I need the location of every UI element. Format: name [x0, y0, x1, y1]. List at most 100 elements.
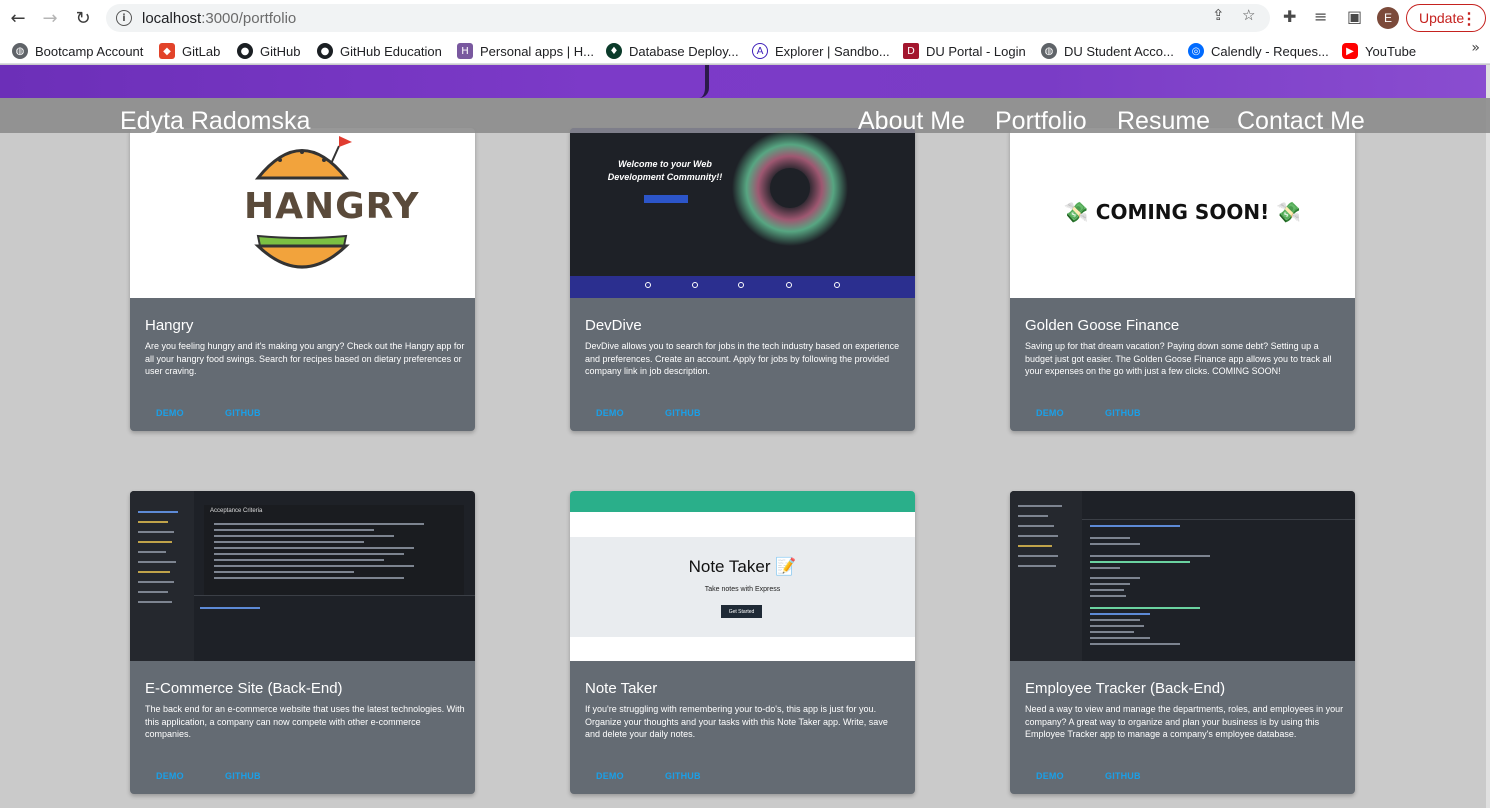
share-icon[interactable]: ⇪ — [1212, 6, 1225, 24]
project-description: Saving up for that dream vacation? Payin… — [1025, 341, 1332, 377]
calendly-icon: ◎ — [1188, 43, 1204, 59]
bookmark-label: Database Deploy... — [629, 43, 739, 59]
project-image: Acceptance Criteria — [130, 491, 475, 661]
project-description: If you're struggling with remembering yo… — [585, 704, 888, 740]
project-card-golden-goose: 💸 COMING SOON! 💸 Golden Goose Finance Sa… — [1010, 128, 1355, 431]
demo-link[interactable]: DEMO — [156, 771, 184, 781]
back-arrow-icon[interactable]: ← — [6, 6, 30, 30]
bookmark-star-icon[interactable]: ☆ — [1242, 6, 1255, 24]
project-card-note-taker: Note Taker 📝 Take notes with Express Get… — [570, 491, 915, 794]
note-taker-heading: Note Taker 📝 — [688, 557, 797, 576]
address-bar[interactable]: i localhost:3000/portfolio — [106, 4, 1270, 32]
bookmark-item[interactable]: ◆ GitLab — [159, 41, 220, 61]
note-taker-subtitle: Take notes with Express — [704, 586, 781, 593]
money-icon: 💸 — [1269, 200, 1302, 224]
devdive-cta — [644, 195, 688, 203]
bookmark-item[interactable]: ◎ Calendly - Reques... — [1188, 41, 1329, 61]
side-panel-icon[interactable]: ▣ — [1347, 7, 1362, 26]
project-card-devdive: Welcome to your Web Development Communit… — [570, 128, 915, 431]
update-label: Update — [1419, 10, 1465, 26]
url-path: :3000/portfolio — [201, 9, 297, 27]
menu-dots-icon[interactable]: ⋮ — [1461, 9, 1477, 29]
project-title: Employee Tracker (Back-End) — [1025, 680, 1226, 697]
reload-icon[interactable]: ↻ — [71, 6, 95, 30]
github-link[interactable]: GITHUB — [1105, 408, 1141, 418]
devdive-footer-bar — [570, 276, 915, 298]
github-link[interactable]: GITHUB — [225, 408, 261, 418]
mongodb-icon: ♦ — [606, 43, 622, 59]
coming-soon-text: COMING SOON! — [1095, 200, 1270, 224]
github-icon: ● — [237, 43, 253, 59]
bookmark-item[interactable]: ▶ YouTube — [1342, 41, 1416, 61]
more-bookmarks-icon[interactable]: » — [1471, 40, 1480, 56]
update-button[interactable]: Update ⋮ — [1406, 4, 1486, 32]
get-started-button: Get Started — [721, 605, 762, 618]
bookmark-label: Bootcamp Account — [35, 43, 144, 59]
project-description: Are you feeling hungry and it's making y… — [145, 341, 465, 377]
project-description: DevDive allows you to search for jobs in… — [585, 341, 900, 377]
project-title: Hangry — [145, 317, 194, 334]
globe-icon: ◍ — [12, 43, 28, 59]
nav-resume[interactable]: Resume — [1117, 107, 1210, 136]
nav-about-me[interactable]: About Me — [858, 107, 965, 136]
project-image — [1010, 491, 1355, 661]
bookmark-label: Explorer | Sandbo... — [775, 43, 890, 59]
bookmark-label: YouTube — [1365, 43, 1417, 59]
project-description: The back end for an e-commerce website t… — [145, 704, 465, 740]
demo-link[interactable]: DEMO — [1036, 771, 1064, 781]
bookmarks-bar: ◍ Bootcamp Account ◆ GitLab ● GitHub ● GitHu… — [0, 36, 1490, 64]
nav-portfolio[interactable]: Portfolio — [995, 107, 1087, 136]
bookmark-label: GitHub Education — [340, 43, 442, 59]
demo-link[interactable]: DEMO — [156, 408, 184, 418]
site-name[interactable]: Edyta Radomska — [120, 107, 310, 136]
demo-link[interactable]: DEMO — [1036, 408, 1064, 418]
coming-soon-banner: 💸 COMING SOON! 💸 — [1010, 200, 1355, 224]
project-title: Note Taker — [585, 680, 658, 697]
extensions-icon[interactable]: ✚ — [1283, 7, 1296, 26]
acceptance-criteria-text: Acceptance Criteria — [210, 508, 263, 514]
url-text[interactable]: localhost:3000/portfolio — [142, 10, 296, 27]
bookmark-item[interactable]: ◍ DU Student Acco... — [1041, 41, 1174, 61]
youtube-icon: ▶ — [1342, 43, 1358, 59]
project-image: HANGRY — [130, 128, 475, 298]
bookmark-item[interactable]: D DU Portal - Login — [903, 41, 1026, 61]
github-link[interactable]: GITHUB — [225, 771, 261, 781]
github-link[interactable]: GITHUB — [665, 408, 701, 418]
project-title: DevDive — [585, 317, 642, 334]
project-image: Note Taker 📝 Take notes with Express Get… — [570, 491, 915, 661]
du-icon: D — [903, 43, 919, 59]
github-link[interactable]: GITHUB — [665, 771, 701, 781]
project-image: Welcome to your Web Development Communit… — [570, 128, 915, 298]
forward-arrow-icon[interactable]: → — [38, 6, 62, 30]
bookmark-item[interactable]: H Personal apps | H... — [457, 41, 594, 61]
github-icon: ● — [317, 43, 333, 59]
bookmark-item[interactable]: ● GitHub — [237, 41, 300, 61]
heroku-icon: H — [457, 43, 473, 59]
globe-icon: ◍ — [1041, 43, 1057, 59]
profile-avatar[interactable]: E — [1377, 7, 1399, 29]
devdive-welcome-text: Welcome to your Web Development Communit… — [607, 159, 723, 182]
nav-contact-me[interactable]: Contact Me — [1237, 107, 1365, 136]
demo-link[interactable]: DEMO — [596, 771, 624, 781]
media-control-icon[interactable]: ≡ — [1314, 7, 1327, 26]
bookmark-label: GitLab — [182, 43, 221, 59]
bookmark-label: Personal apps | H... — [480, 43, 594, 59]
site-header: Edyta Radomska About Me Portfolio Resume… — [0, 98, 1490, 136]
page-scrollbar[interactable] — [1486, 65, 1490, 808]
site-info-icon[interactable]: i — [116, 10, 132, 26]
bookmark-item[interactable]: ♦ Database Deploy... — [606, 41, 739, 61]
demo-link[interactable]: DEMO — [596, 408, 624, 418]
github-link[interactable]: GITHUB — [1105, 771, 1141, 781]
hangry-logo-text: HANGRY — [244, 186, 420, 227]
bookmark-item[interactable]: ◍ Bootcamp Account — [12, 41, 143, 61]
gitlab-icon: ◆ — [159, 43, 175, 59]
project-image: 💸 COMING SOON! 💸 — [1010, 128, 1355, 298]
bookmark-item[interactable]: ● GitHub Education — [317, 41, 442, 61]
project-card-hangry: HANGRY Hangry Are you feeling hungry and… — [130, 128, 475, 431]
project-card-employee-tracker: Employee Tracker (Back-End) Need a way t… — [1010, 491, 1355, 794]
bookmark-item[interactable]: A Explorer | Sandbo... — [752, 41, 890, 61]
bookmark-label: GitHub — [260, 43, 301, 59]
hero-banner — [0, 65, 1490, 98]
page-viewport: Edyta Radomska About Me Portfolio Resume… — [0, 65, 1490, 808]
apollo-icon: A — [752, 43, 768, 59]
